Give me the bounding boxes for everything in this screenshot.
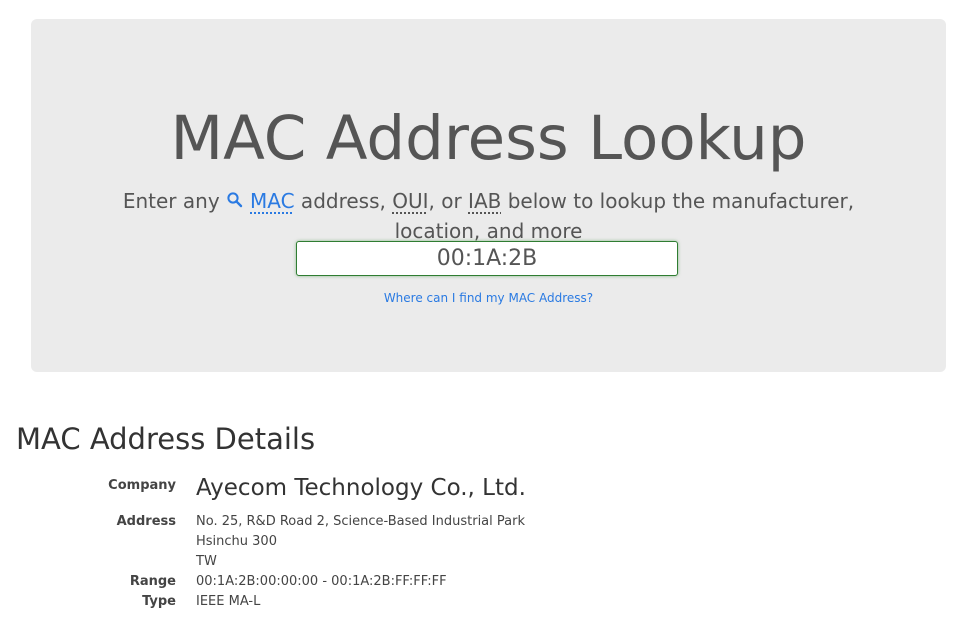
subtitle-prefix: Enter any bbox=[122, 189, 220, 213]
find-mac-help-link[interactable]: Where can I find my MAC Address? bbox=[31, 291, 946, 305]
company-label: Company bbox=[108, 478, 176, 493]
oui-abbr: OUI bbox=[392, 189, 429, 213]
range-value: 00:1A:2B:00:00:00 - 00:1A:2B:FF:FF:FF bbox=[196, 574, 447, 589]
details-heading: MAC Address Details bbox=[16, 422, 316, 456]
search-icon[interactable] bbox=[226, 191, 246, 209]
subtitle-mid1: address, bbox=[294, 189, 393, 213]
lookup-description: Enter any MAC address, OUI, or IAB below… bbox=[111, 186, 866, 246]
lookup-panel: MAC Address Lookup Enter any MAC address… bbox=[31, 19, 946, 372]
address-line: TW bbox=[196, 554, 217, 569]
range-label: Range bbox=[129, 574, 176, 589]
address-label: Address bbox=[116, 514, 176, 529]
address-line: Hsinchu 300 bbox=[196, 534, 277, 549]
type-label: Type bbox=[142, 594, 176, 609]
address-line: No. 25, R&D Road 2, Science-Based Indust… bbox=[196, 514, 525, 529]
type-value: IEEE MA-L bbox=[196, 594, 261, 609]
mac-address-input[interactable] bbox=[296, 241, 678, 276]
mac-link[interactable]: MAC bbox=[250, 189, 295, 213]
iab-abbr: IAB bbox=[468, 189, 502, 213]
company-value: Ayecom Technology Co., Ltd. bbox=[196, 475, 526, 501]
subtitle-mid2: , or bbox=[428, 189, 469, 213]
page-title: MAC Address Lookup bbox=[170, 103, 807, 174]
